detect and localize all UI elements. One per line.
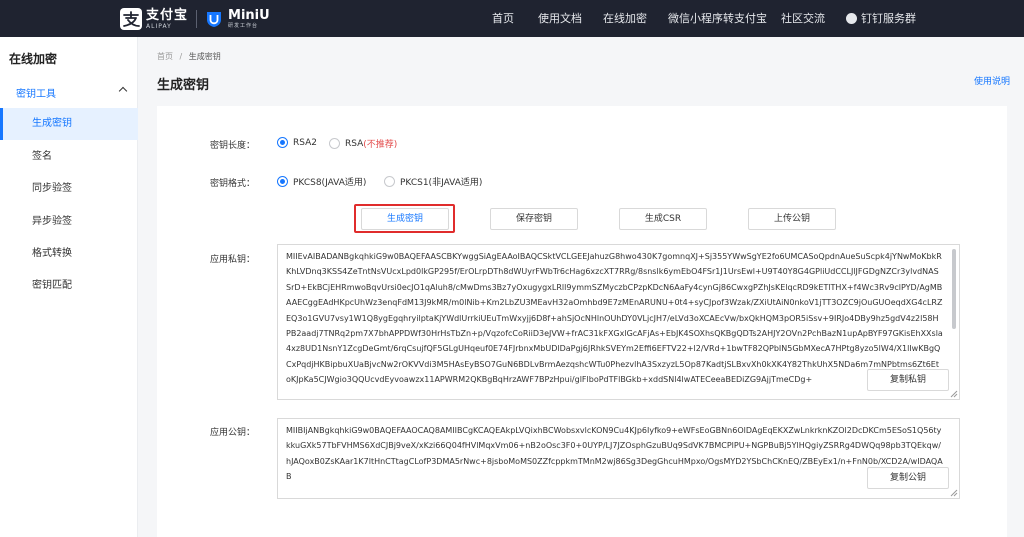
- resize-grip-icon[interactable]: [950, 390, 958, 398]
- radio-pkcs8-dot[interactable]: [277, 176, 288, 187]
- alipay-wordmark: 支付宝 ALIPAY: [146, 9, 188, 30]
- copy-private-key-button[interactable]: 复制私钥: [867, 369, 949, 391]
- save-key-button[interactable]: 保存密钥: [490, 208, 578, 230]
- alipay-name: 支付宝: [146, 7, 189, 23]
- alipay-sub: ALIPAY: [146, 22, 172, 30]
- private-key-label: 应用私钥：: [210, 255, 256, 265]
- breadcrumb-home[interactable]: 首页: [157, 52, 173, 61]
- radio-rsa-dot[interactable]: [329, 138, 340, 149]
- alipay-logo-icon: [120, 8, 142, 30]
- copy-public-key-button[interactable]: 复制公钥: [867, 467, 949, 489]
- nav-online-encrypt[interactable]: 在线加密: [603, 0, 647, 37]
- radio-rsa2-dot[interactable]: [277, 137, 288, 148]
- nav-wechat-to-alipay[interactable]: 微信小程序转支付宝: [668, 0, 767, 37]
- miniu-sub: 研发工作台: [228, 23, 259, 29]
- dingtalk-icon: [846, 12, 857, 24]
- sidebar-item-generate-key[interactable]: 生成密钥: [0, 108, 138, 140]
- radio-pkcs1[interactable]: PKCS1(非JAVA适用): [384, 175, 482, 188]
- brand-divider: [196, 10, 198, 28]
- sidebar-item-async-verify[interactable]: 异步验签: [0, 206, 138, 238]
- radio-rsa[interactable]: RSA (不推荐): [329, 137, 397, 150]
- private-key-textarea[interactable]: MIIEvAIBADANBgkqhkiG9w0BAQEFAASCBKYwggSi…: [277, 244, 960, 400]
- radio-pkcs8-label: PKCS8(JAVA适用): [293, 178, 367, 188]
- radio-rsa-label: RSA: [345, 138, 364, 149]
- nav-community[interactable]: 社区交流: [781, 0, 825, 37]
- breadcrumb-current: 生成密钥: [188, 52, 221, 61]
- nav-docs[interactable]: 使用文档: [538, 0, 582, 37]
- key-length-label: 密钥长度：: [210, 141, 256, 151]
- radio-rsa2-label: RSA2: [293, 137, 318, 148]
- sidebar-group-key-tools[interactable]: 密钥工具: [16, 85, 56, 100]
- radio-pkcs1-label: PKCS1(非JAVA适用): [400, 178, 483, 188]
- radio-rsa2[interactable]: RSA2: [277, 137, 317, 148]
- public-key-textarea[interactable]: MIIBIjANBgkqhkiG9w0BAQEFAAOCAQ8AMIIBCgKC…: [277, 418, 960, 499]
- breadcrumb-separator: /: [179, 52, 183, 61]
- brand[interactable]: 支付宝 ALIPAY MiniU 研发工作台: [120, 7, 270, 31]
- generate-csr-button[interactable]: 生成CSR: [619, 208, 707, 230]
- upload-public-key-button[interactable]: 上传公钥: [748, 208, 836, 230]
- generate-key-button[interactable]: 生成密钥: [361, 208, 449, 230]
- miniu-name: MiniU: [228, 8, 270, 23]
- page-title: 生成密钥: [157, 78, 210, 93]
- nav-dingtalk-label: 钉钉服务群: [861, 12, 916, 25]
- sidebar-item-key-match[interactable]: 密钥匹配: [0, 270, 138, 302]
- sidebar-item-sync-verify[interactable]: 同步验签: [0, 173, 138, 205]
- private-key-text: MIIEvAIBADANBgkqhkiG9w0BAQEFAASCBKYwggSi…: [286, 252, 943, 385]
- sidebar-item-format-convert[interactable]: 格式转换: [0, 238, 138, 270]
- nav-dingtalk-group[interactable]: 钉钉服务群: [846, 0, 916, 37]
- radio-pkcs8[interactable]: PKCS8(JAVA适用): [277, 175, 366, 188]
- sidebar-title: 在线加密: [9, 52, 58, 66]
- top-bar: 支付宝 ALIPAY MiniU 研发工作台 首页 使用文档 在线加密 微信小程…: [0, 0, 1024, 37]
- help-link[interactable]: 使用说明: [974, 74, 1010, 87]
- miniu-wordmark: MiniU 研发工作台: [228, 9, 270, 29]
- public-key-label: 应用公钥：: [210, 428, 256, 438]
- chevron-up-icon[interactable]: [118, 86, 128, 96]
- public-key-text: MIIBIjANBgkqhkiG9w0BAQEFAAOCAQ8AMIIBCgKC…: [286, 426, 943, 482]
- breadcrumb: 首页 / 生成密钥: [157, 51, 221, 62]
- sidebar: 在线加密 密钥工具 生成密钥 签名 同步验签 异步验签 格式转换 密钥匹配: [0, 37, 138, 537]
- resize-grip-icon[interactable]: [950, 489, 958, 497]
- miniu-logo-icon: [207, 12, 222, 27]
- private-key-scrollbar[interactable]: [952, 249, 956, 329]
- radio-rsa-warning: (不推荐): [363, 140, 398, 150]
- key-format-label: 密钥格式：: [210, 179, 256, 189]
- radio-pkcs1-dot[interactable]: [384, 176, 395, 187]
- nav-home[interactable]: 首页: [492, 0, 514, 37]
- sidebar-item-sign[interactable]: 签名: [0, 141, 138, 173]
